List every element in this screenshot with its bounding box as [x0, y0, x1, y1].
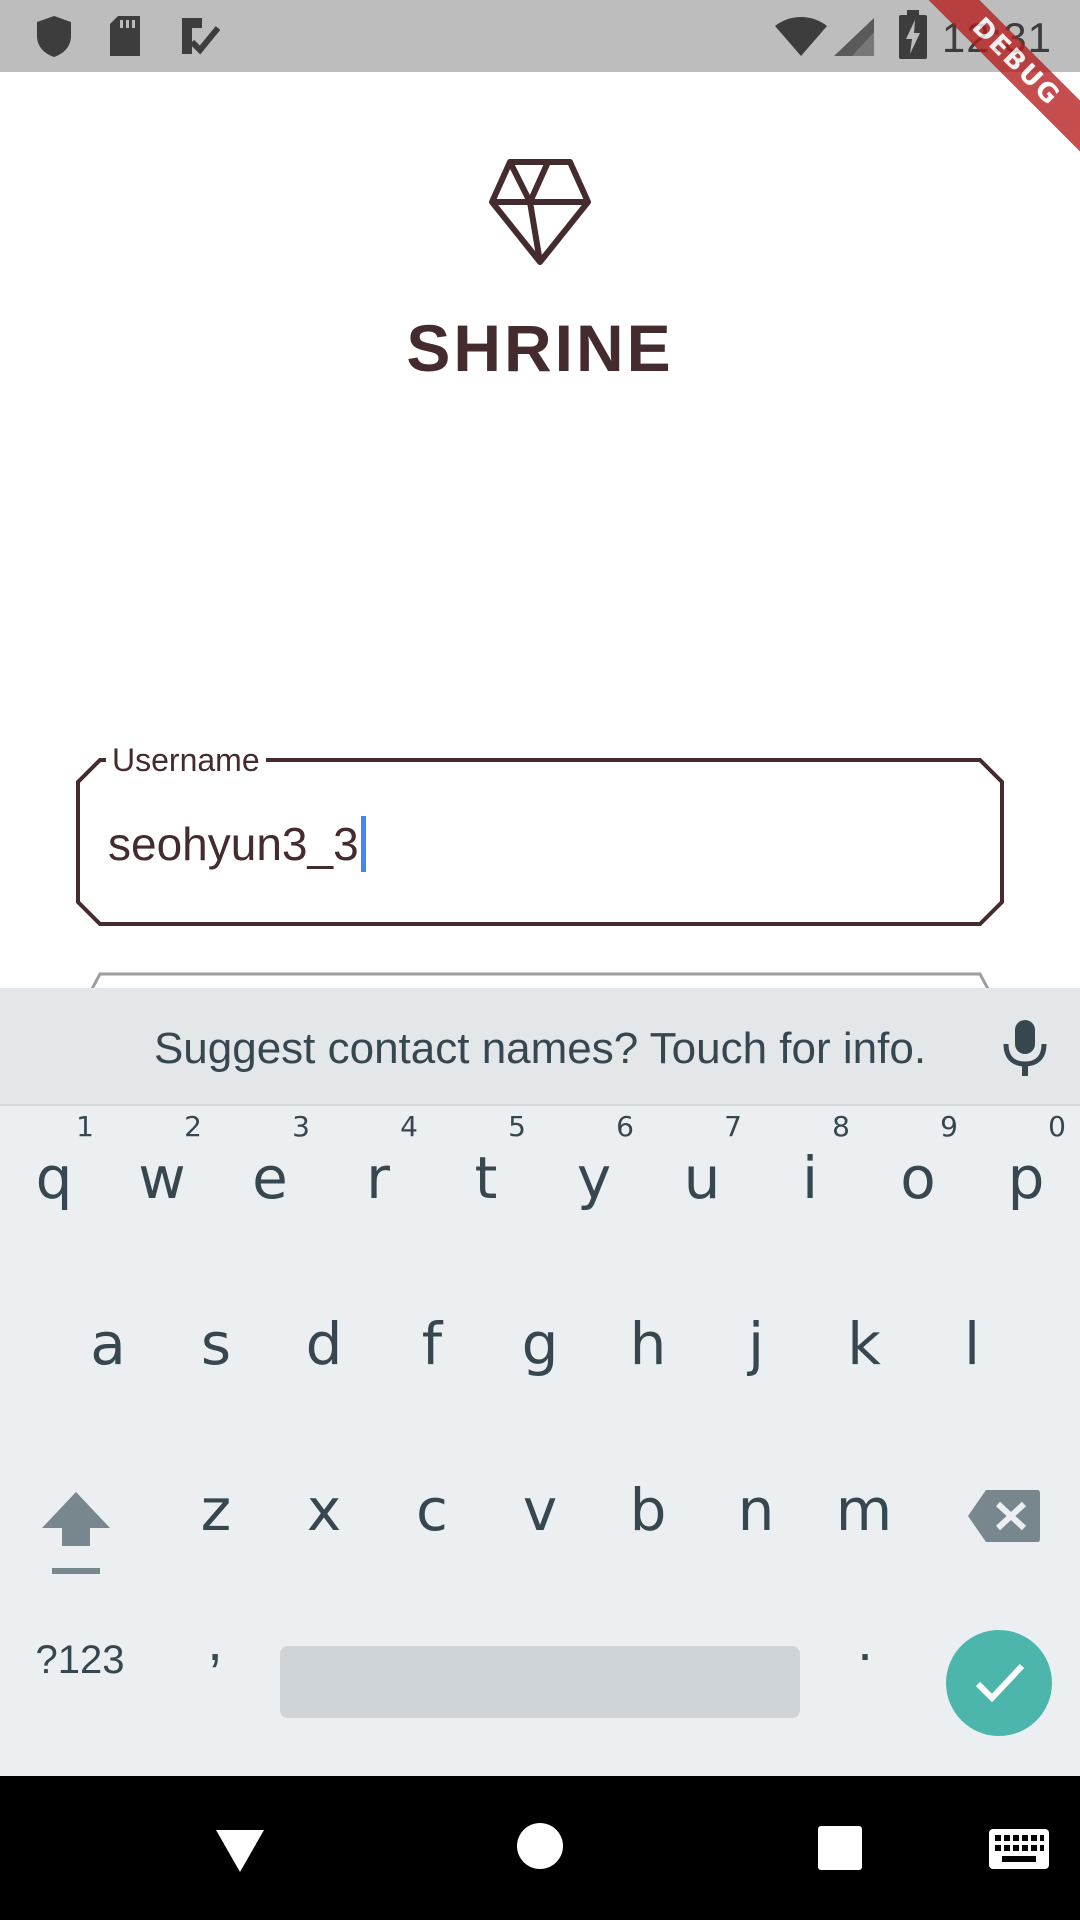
- key-q[interactable]: 1q: [0, 1108, 108, 1258]
- checkmark-icon: [975, 1663, 1025, 1703]
- status-bar: 12:31: [0, 0, 1080, 72]
- key-d[interactable]: d: [270, 1274, 378, 1424]
- task-check-icon: [178, 14, 221, 63]
- key-z[interactable]: z: [162, 1440, 270, 1590]
- navigation-bar: [0, 1776, 1080, 1920]
- key-k[interactable]: k: [810, 1274, 918, 1424]
- period-key[interactable]: .: [820, 1608, 910, 1688]
- key-m[interactable]: m: [810, 1440, 918, 1590]
- shift-key[interactable]: [36, 1488, 116, 1578]
- shield-icon: [34, 14, 74, 63]
- key-f[interactable]: f: [378, 1274, 486, 1424]
- key-h[interactable]: h: [594, 1274, 702, 1424]
- key-a[interactable]: a: [54, 1274, 162, 1424]
- battery-charging-icon: [898, 10, 928, 65]
- key-i[interactable]: 8i: [756, 1108, 864, 1258]
- key-n[interactable]: n: [702, 1440, 810, 1590]
- done-key[interactable]: [946, 1630, 1052, 1736]
- key-v[interactable]: v: [486, 1440, 594, 1590]
- recents-icon[interactable]: [818, 1826, 862, 1875]
- shift-arrow-icon: [42, 1492, 110, 1574]
- microphone-icon[interactable]: [1000, 1018, 1050, 1083]
- key-w[interactable]: 2w: [108, 1108, 216, 1258]
- key-u[interactable]: 7u: [648, 1108, 756, 1258]
- key-o[interactable]: 9o: [864, 1108, 972, 1258]
- key-g[interactable]: g: [486, 1274, 594, 1424]
- key-y[interactable]: 6y: [540, 1108, 648, 1258]
- key-s[interactable]: s: [162, 1274, 270, 1424]
- wifi-icon: [774, 16, 828, 63]
- space-bar[interactable]: [280, 1646, 800, 1718]
- back-icon[interactable]: [214, 1828, 266, 1879]
- sd-card-icon: [106, 14, 144, 63]
- key-e[interactable]: 3e: [216, 1108, 324, 1258]
- username-label: Username: [106, 742, 266, 779]
- key-j[interactable]: j: [702, 1274, 810, 1424]
- diamond-icon: [488, 158, 592, 266]
- soft-keyboard: Suggest contact names? Touch for info. 1…: [0, 988, 1080, 1776]
- key-l[interactable]: l: [918, 1274, 1026, 1424]
- suggestion-text[interactable]: Suggest contact names? Touch for info.: [0, 1024, 1080, 1074]
- text-caret: [360, 816, 366, 872]
- username-field[interactable]: Username seohyun3_3: [76, 742, 1004, 926]
- key-r[interactable]: 4r: [324, 1108, 432, 1258]
- username-input[interactable]: seohyun3_3: [108, 816, 366, 872]
- key-x[interactable]: x: [270, 1440, 378, 1590]
- clock: 12:31: [941, 14, 1052, 61]
- suggestion-strip[interactable]: Suggest contact names? Touch for info.: [0, 988, 1080, 1106]
- key-t[interactable]: 5t: [432, 1108, 540, 1258]
- key-c[interactable]: c: [378, 1440, 486, 1590]
- symbols-key[interactable]: ?123: [20, 1638, 140, 1698]
- key-b[interactable]: b: [594, 1440, 702, 1590]
- keyboard-icon[interactable]: [988, 1828, 1050, 1875]
- signal-icon: [830, 16, 876, 63]
- app-title: SHRINE: [406, 311, 674, 385]
- backspace-icon: [968, 1490, 1040, 1542]
- comma-key[interactable]: ,: [170, 1608, 260, 1688]
- username-value: seohyun3_3: [108, 818, 359, 870]
- backspace-key[interactable]: [966, 1488, 1042, 1544]
- key-p[interactable]: 0p: [972, 1108, 1080, 1258]
- home-icon[interactable]: [516, 1822, 564, 1875]
